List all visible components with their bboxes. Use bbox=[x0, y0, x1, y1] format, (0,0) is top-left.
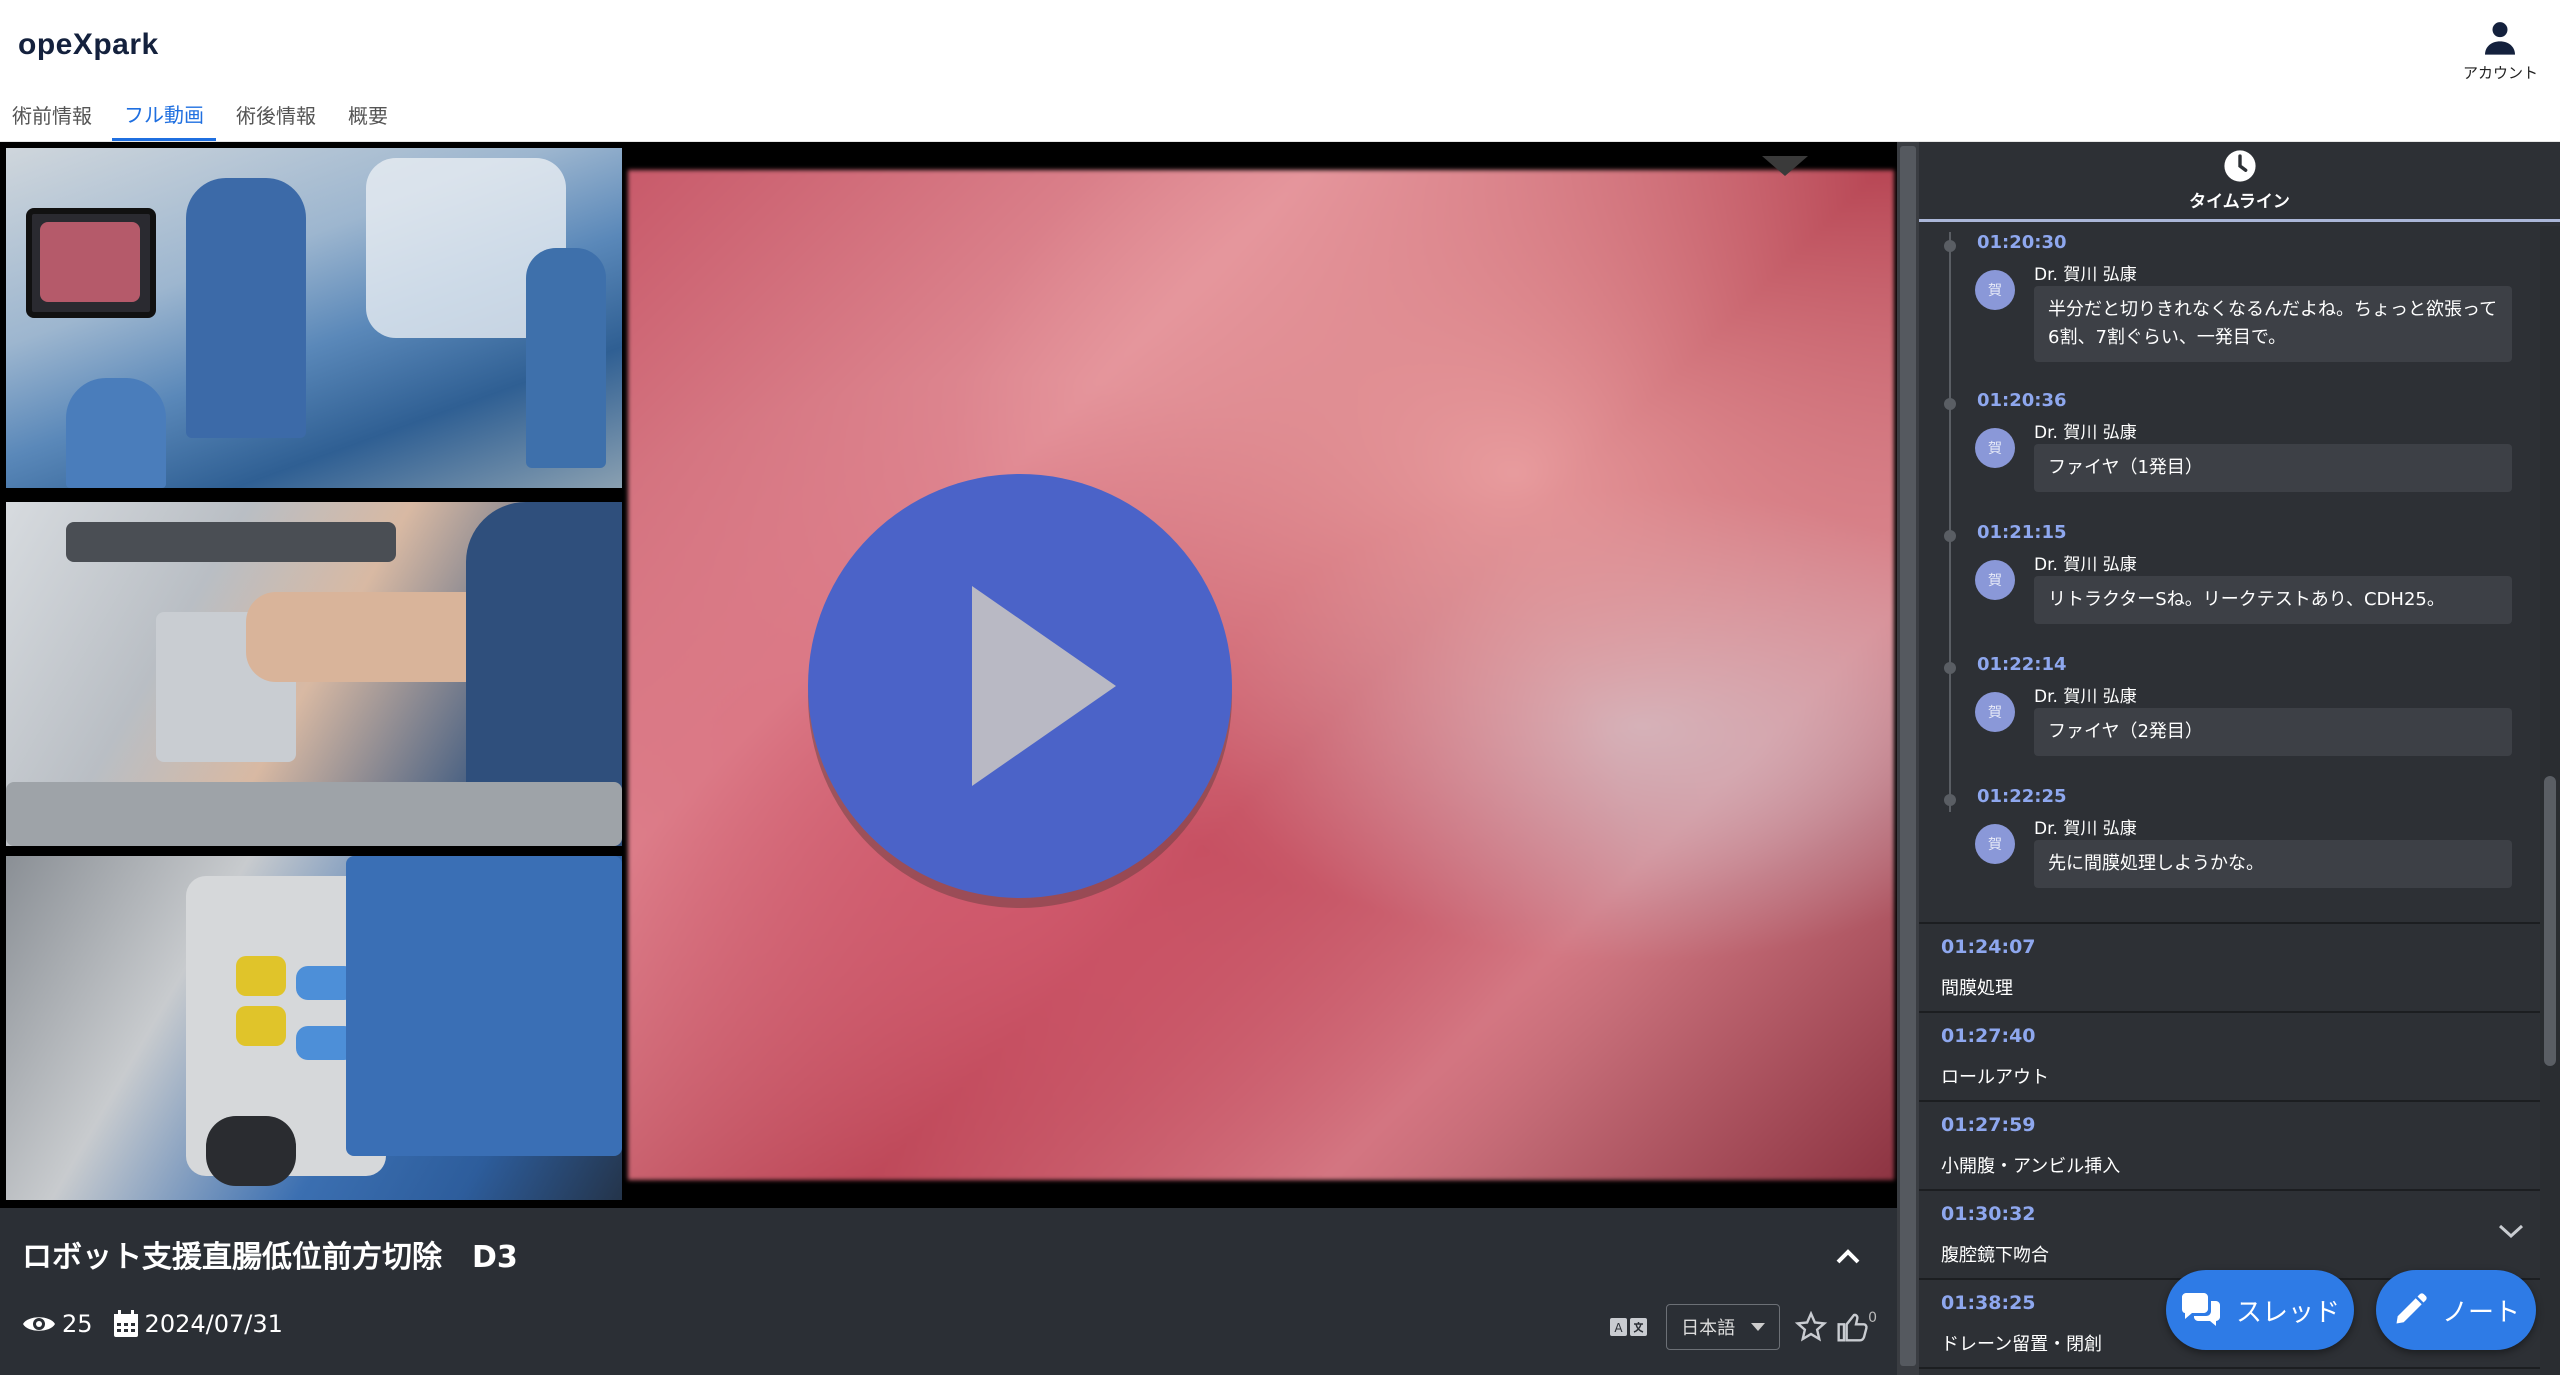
video-info-bar: ロボット支援直腸低位前方切除 D3 25 2024/07/31 A 日本語 0 bbox=[0, 1208, 1897, 1375]
camera-view-operating-room[interactable] bbox=[6, 148, 622, 488]
comment-text: リトラクターSね。リークテストあり、CDH25。 bbox=[2034, 576, 2512, 624]
timeline-scrollbar[interactable] bbox=[2540, 226, 2560, 1375]
camera-view-console-hands[interactable] bbox=[6, 502, 622, 846]
tab-full-video[interactable]: フル動画 bbox=[112, 91, 216, 141]
avatar: 賀 bbox=[1975, 428, 2015, 468]
pencil-icon bbox=[2396, 1293, 2427, 1324]
svg-text:A: A bbox=[1614, 1321, 1623, 1335]
like-count: 0 bbox=[1868, 1310, 1877, 1326]
comment-item[interactable]: 01:22:14 賀 Dr. 賀川 弘康 ファイヤ（2発目） bbox=[1919, 650, 2519, 770]
comment-text: ファイヤ（1発目） bbox=[2034, 444, 2512, 492]
camera-view-foot-pedals[interactable] bbox=[6, 856, 622, 1200]
language-select[interactable]: 日本語 bbox=[1666, 1304, 1781, 1350]
star-icon[interactable] bbox=[1794, 1311, 1828, 1343]
calendar-icon bbox=[113, 1310, 138, 1337]
comment-text: 先に間膜処理しようかな。 bbox=[2034, 840, 2512, 888]
chat-bubbles-icon bbox=[2181, 1293, 2220, 1326]
chevron-up-icon bbox=[1836, 1249, 1860, 1264]
chapter-time[interactable]: 01:27:40 bbox=[1941, 1025, 2538, 1047]
timeline-dot bbox=[1944, 794, 1956, 806]
timeline-panel: タイムライン 01:20:30 賀 Dr. 賀川 弘康 半分だと切りきれなくなる… bbox=[1919, 142, 2560, 1375]
avatar: 賀 bbox=[1975, 560, 2015, 600]
timeline-dot bbox=[1944, 530, 1956, 542]
comment-author: Dr. 賀川 弘康 bbox=[2034, 555, 2137, 575]
note-button-label: ノート bbox=[2441, 1297, 2520, 1328]
chapter-item[interactable]: 01:30:32 腹腔鏡下吻合 bbox=[1919, 1191, 2560, 1280]
chapter-time[interactable]: 01:27:59 bbox=[1941, 1114, 2538, 1136]
chapter-title: 間膜処理 bbox=[1941, 978, 2013, 999]
comment-author: Dr. 賀川 弘康 bbox=[2034, 423, 2137, 443]
thread-button[interactable]: スレッド bbox=[2166, 1270, 2354, 1350]
avatar: 賀 bbox=[1975, 270, 2015, 310]
tab-postop[interactable]: 術後情報 bbox=[224, 91, 328, 141]
comment-time[interactable]: 01:20:30 bbox=[1977, 232, 2067, 253]
timeline-tab-label: タイムライン bbox=[2189, 192, 2290, 212]
comment-author: Dr. 賀川 弘康 bbox=[2034, 687, 2137, 707]
caret-down-icon bbox=[1751, 1323, 1766, 1331]
avatar: 賀 bbox=[1975, 692, 2015, 732]
chapter-time[interactable]: 01:24:07 bbox=[1941, 936, 2538, 958]
timeline-dot bbox=[1944, 398, 1956, 410]
page-scrollbar-thumb[interactable] bbox=[1900, 146, 1916, 1366]
chapter-item[interactable]: 01:24:07 間膜処理 bbox=[1919, 924, 2560, 1013]
timeline-tab[interactable]: タイムライン bbox=[1919, 142, 2560, 222]
translate-icon[interactable]: A bbox=[1610, 1316, 1648, 1338]
thumbs-up-icon[interactable] bbox=[1836, 1311, 1868, 1343]
comment-thread: 01:20:30 賀 Dr. 賀川 弘康 半分だと切りきれなくなるんだよね。ちょ… bbox=[1919, 222, 2560, 924]
clock-icon bbox=[2223, 150, 2256, 182]
avatar: 賀 bbox=[1975, 824, 2015, 864]
chapter-time[interactable]: 01:30:32 bbox=[1941, 1203, 2538, 1225]
play-icon bbox=[972, 586, 1116, 786]
timeline-scrollbar-thumb[interactable] bbox=[2544, 776, 2556, 1066]
comment-author: Dr. 賀川 弘康 bbox=[2034, 819, 2137, 839]
video-player[interactable] bbox=[0, 142, 1897, 1208]
view-count: 25 bbox=[22, 1310, 93, 1338]
comment-time[interactable]: 01:20:36 bbox=[1977, 390, 2067, 411]
thread-button-label: スレッド bbox=[2235, 1297, 2340, 1328]
collapse-button[interactable] bbox=[1830, 1238, 1866, 1274]
account-button[interactable]: アカウント bbox=[2463, 18, 2538, 83]
chapter-item[interactable]: 01:27:59 小開腹・アンビル挿入 bbox=[1919, 1102, 2560, 1191]
comment-author: Dr. 賀川 弘康 bbox=[2034, 265, 2137, 285]
user-icon bbox=[2485, 21, 2516, 55]
comment-time[interactable]: 01:22:14 bbox=[1977, 654, 2067, 675]
note-button[interactable]: ノート bbox=[2376, 1270, 2536, 1350]
chapter-title: 小開腹・アンビル挿入 bbox=[1941, 1156, 2121, 1177]
comment-time[interactable]: 01:22:25 bbox=[1977, 786, 2067, 807]
upload-date-value: 2024/07/31 bbox=[144, 1310, 283, 1338]
view-count-value: 25 bbox=[62, 1310, 93, 1338]
tab-bar: 術前情報 フル動画 術後情報 概要 bbox=[0, 90, 2560, 142]
chapter-title: ロールアウト bbox=[1941, 1067, 2049, 1088]
chevron-down-icon bbox=[2498, 1224, 2524, 1239]
language-select-value: 日本語 bbox=[1681, 1318, 1736, 1339]
video-stats: 25 2024/07/31 bbox=[22, 1310, 303, 1338]
expand-button[interactable] bbox=[2496, 1221, 2526, 1245]
caret-down-icon bbox=[1762, 156, 1808, 182]
comment-item[interactable]: 01:22:25 賀 Dr. 賀川 弘康 先に間膜処理しようかな。 bbox=[1919, 782, 2519, 902]
chapter-item[interactable]: 01:27:40 ロールアウト bbox=[1919, 1013, 2560, 1102]
comment-text: ファイヤ（2発目） bbox=[2034, 708, 2512, 756]
comment-time[interactable]: 01:21:15 bbox=[1977, 522, 2067, 543]
play-button[interactable] bbox=[808, 474, 1232, 898]
upload-date: 2024/07/31 bbox=[113, 1310, 283, 1338]
comment-item[interactable]: 01:20:30 賀 Dr. 賀川 弘康 半分だと切りきれなくなるんだよね。ちょ… bbox=[1919, 228, 2519, 378]
timeline-dot bbox=[1944, 240, 1956, 252]
chapter-title: 腹腔鏡下吻合 bbox=[1941, 1245, 2049, 1266]
tab-preop[interactable]: 術前情報 bbox=[0, 91, 104, 141]
tab-summary[interactable]: 概要 bbox=[336, 91, 400, 141]
timeline-dot bbox=[1944, 662, 1956, 674]
comment-item[interactable]: 01:21:15 賀 Dr. 賀川 弘康 リトラクターSね。リークテストあり、C… bbox=[1919, 518, 2519, 638]
comment-text: 半分だと切りきれなくなるんだよね。ちょっと欲張って6割、7割ぐらい、一発目で。 bbox=[2034, 286, 2512, 362]
eye-icon bbox=[23, 1317, 55, 1331]
page-scrollbar[interactable] bbox=[1897, 142, 1919, 1375]
account-label: アカウント bbox=[2462, 63, 2538, 82]
video-title: ロボット支援直腸低位前方切除 D3 bbox=[22, 1240, 518, 1275]
app-header: opeXpark アカウント bbox=[0, 0, 2560, 90]
app-logo[interactable]: opeXpark bbox=[18, 28, 159, 62]
comment-item[interactable]: 01:20:36 賀 Dr. 賀川 弘康 ファイヤ（1発目） bbox=[1919, 386, 2519, 506]
video-tools: A 日本語 0 bbox=[1610, 1304, 1877, 1350]
